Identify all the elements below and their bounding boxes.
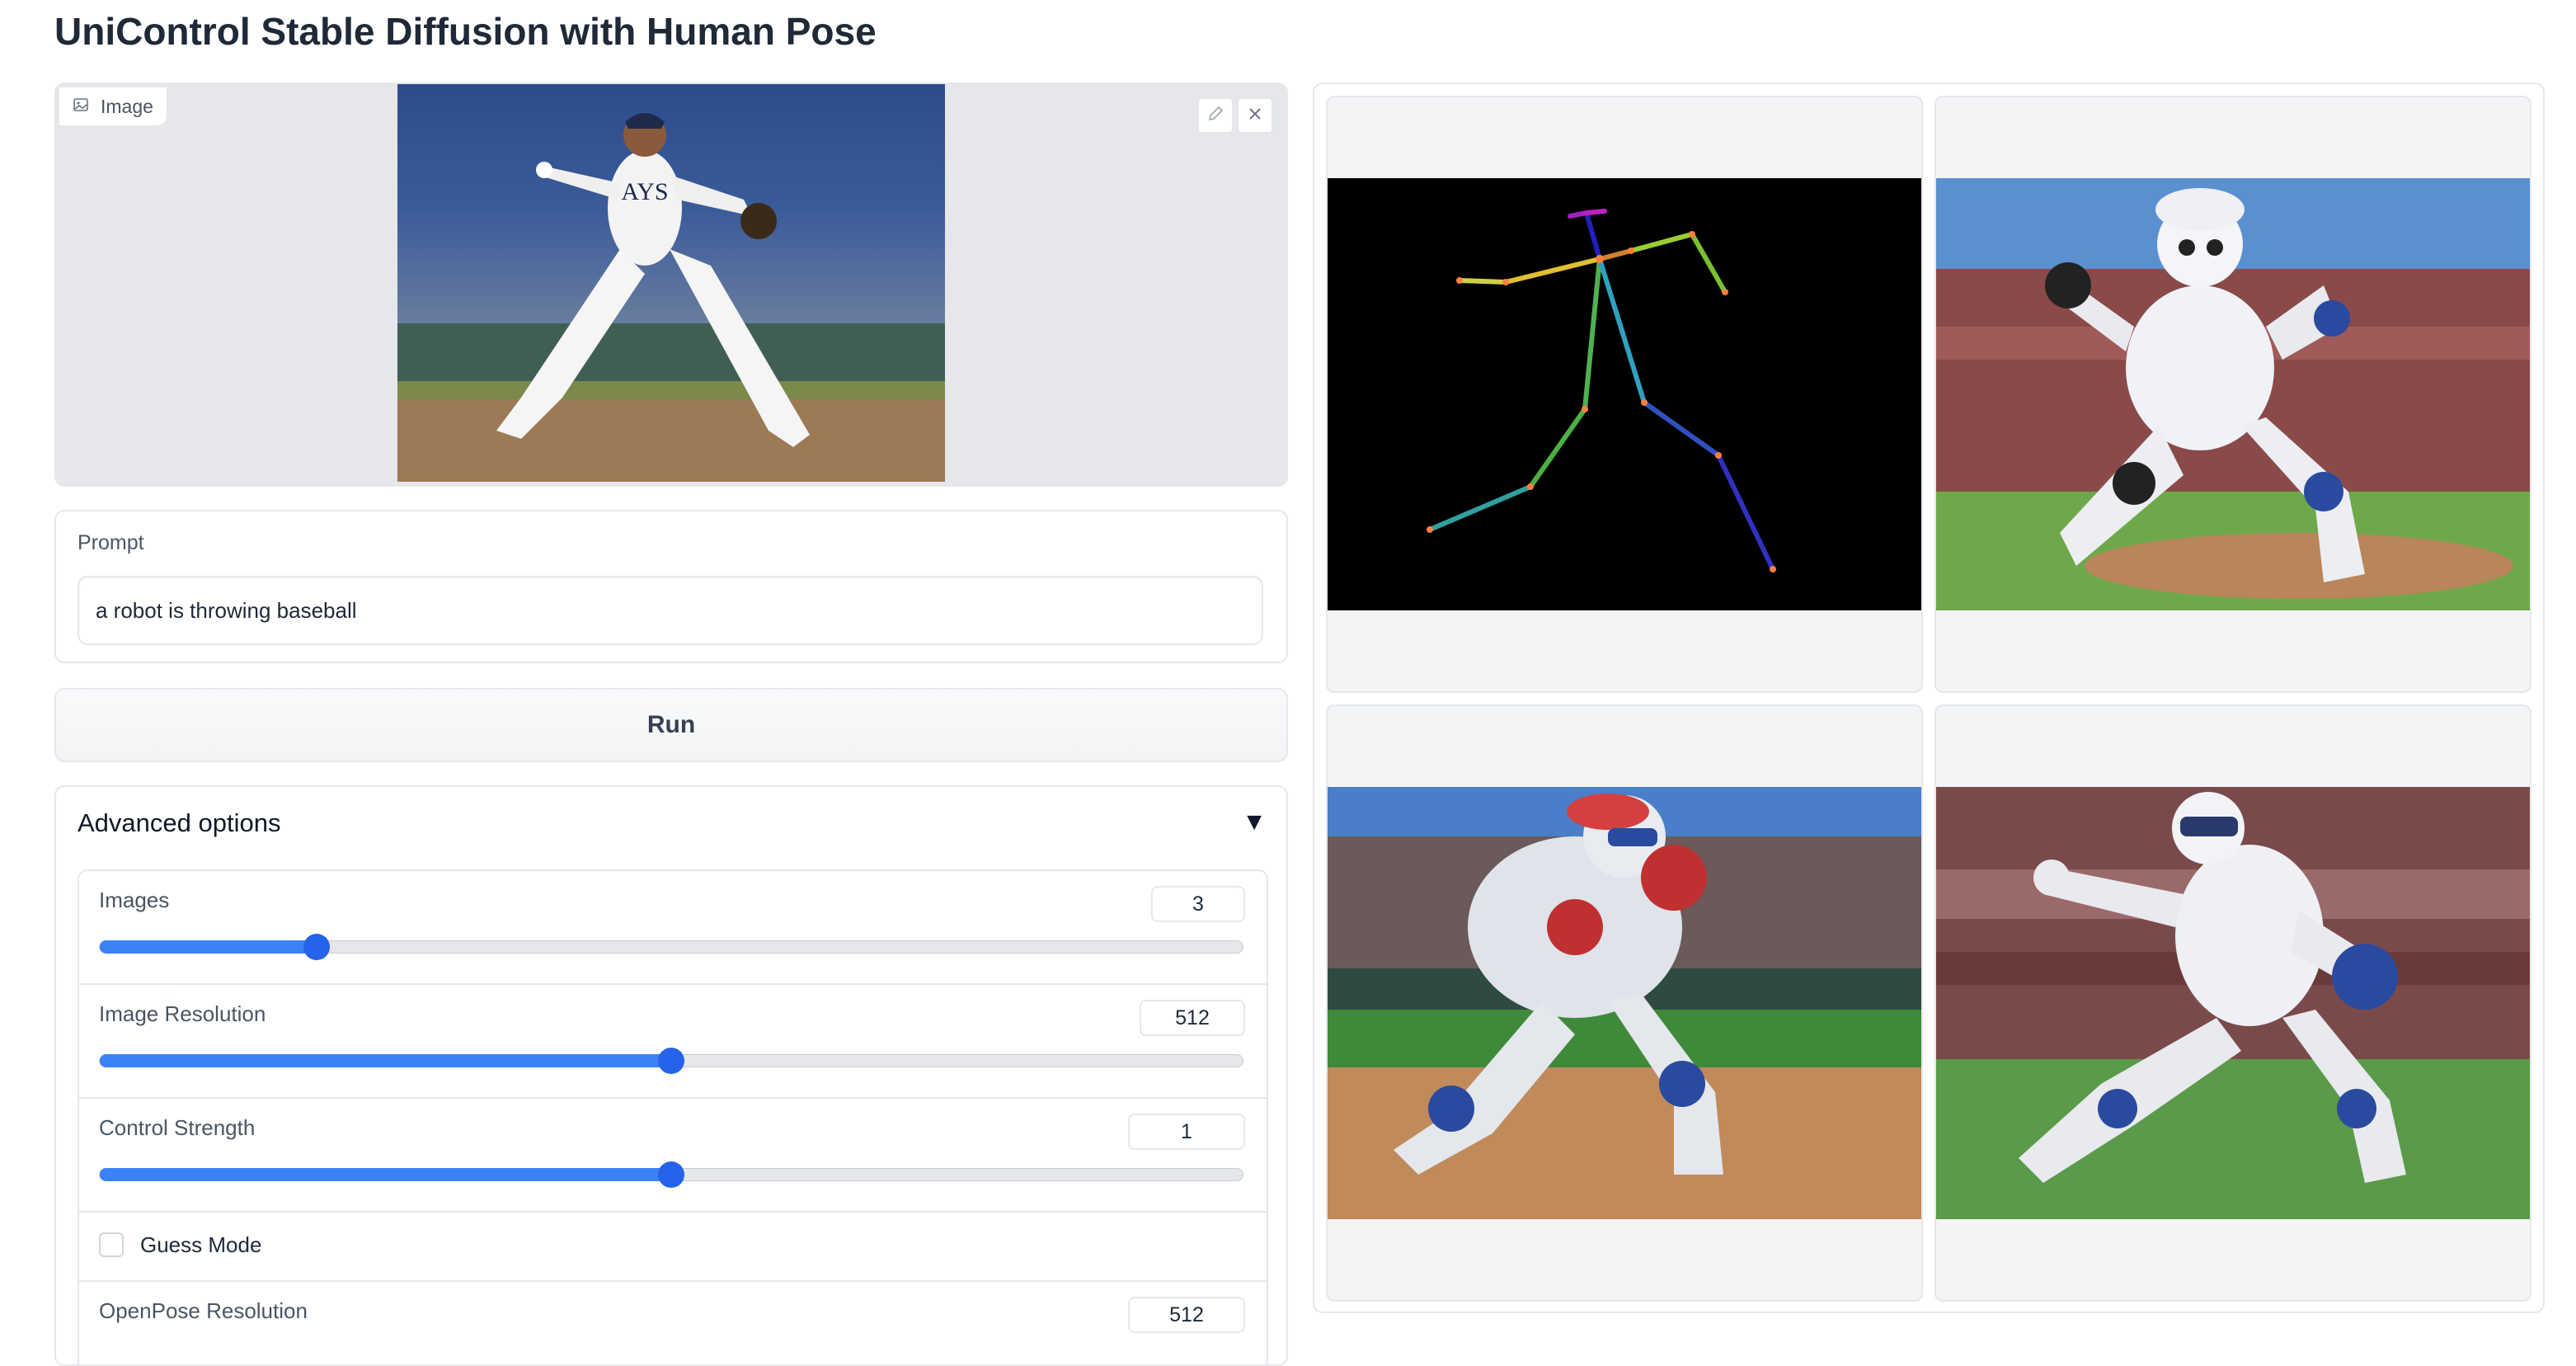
slider-label: OpenPose Resolution bbox=[99, 1298, 308, 1323]
slider-thumb[interactable] bbox=[658, 1048, 684, 1074]
output-gallery bbox=[1313, 82, 2545, 1313]
gallery-item[interactable] bbox=[1326, 704, 1923, 1302]
slider-fill bbox=[100, 1054, 671, 1067]
svg-text:AYS: AYS bbox=[621, 178, 668, 205]
slider-control-strength: Control Strength 1 bbox=[79, 1099, 1267, 1213]
slider-images: Images 3 bbox=[79, 871, 1267, 985]
slider-fill bbox=[100, 940, 317, 954]
slider-thumb[interactable] bbox=[658, 1161, 684, 1188]
slider-image-resolution: Image Resolution 512 bbox=[79, 985, 1267, 1099]
advanced-options-content: Images 3 Image Resolution 512 Control St… bbox=[78, 869, 1268, 1364]
prompt-input[interactable] bbox=[78, 576, 1263, 645]
images-slider[interactable] bbox=[99, 934, 1243, 960]
gallery-item[interactable] bbox=[1326, 96, 1923, 693]
openpose-resolution-number-input[interactable]: 512 bbox=[1128, 1297, 1245, 1333]
guess-mode-label[interactable]: Guess Mode bbox=[140, 1232, 261, 1258]
image-label: Image bbox=[59, 87, 167, 125]
robot-pitcher-image bbox=[1936, 178, 2530, 610]
run-button[interactable]: Run bbox=[54, 688, 1288, 762]
robot-pitcher-image bbox=[1328, 787, 1921, 1219]
image-label-text: Image bbox=[101, 95, 153, 117]
slider-label: Image Resolution bbox=[99, 1001, 266, 1026]
slider-fill bbox=[100, 1168, 671, 1181]
advanced-options-panel: Advanced options ▼ Images 3 Image Resolu… bbox=[54, 785, 1288, 1366]
page-title: UniControl Stable Diffusion with Human P… bbox=[54, 10, 877, 53]
slider-label: Control Strength bbox=[99, 1115, 256, 1140]
slider-label: Images bbox=[99, 888, 170, 912]
pencil-icon bbox=[1206, 105, 1225, 127]
guess-mode-checkbox[interactable] bbox=[99, 1232, 124, 1257]
edit-button[interactable] bbox=[1197, 97, 1234, 134]
control-strength-number-input[interactable]: 1 bbox=[1128, 1114, 1245, 1150]
image-resolution-number-input[interactable]: 512 bbox=[1140, 1000, 1245, 1036]
image-input[interactable]: AYS Image bbox=[54, 82, 1288, 487]
advanced-options-toggle[interactable]: Advanced options bbox=[78, 808, 280, 838]
close-icon bbox=[1246, 105, 1264, 127]
slider-openpose-resolution: OpenPose Resolution 512 bbox=[79, 1282, 1267, 1364]
robot-pitcher-image bbox=[1936, 787, 2530, 1219]
slider-thumb[interactable] bbox=[303, 934, 331, 960]
gallery-item[interactable] bbox=[1934, 96, 2531, 693]
guess-mode-row: Guess Mode bbox=[79, 1213, 1267, 1282]
prompt-label: Prompt bbox=[78, 531, 144, 554]
clear-image-button[interactable] bbox=[1237, 97, 1273, 134]
gallery-item[interactable] bbox=[1934, 704, 2531, 1302]
prompt-panel: Prompt bbox=[54, 510, 1288, 663]
pose-skeleton-image bbox=[1328, 178, 1921, 610]
input-photo: AYS bbox=[397, 84, 945, 482]
control-strength-slider[interactable] bbox=[99, 1161, 1243, 1188]
image-icon bbox=[73, 96, 89, 118]
images-number-input[interactable]: 3 bbox=[1151, 886, 1245, 922]
chevron-down-icon[interactable]: ▼ bbox=[1242, 808, 1267, 836]
image-resolution-slider[interactable] bbox=[99, 1048, 1243, 1074]
